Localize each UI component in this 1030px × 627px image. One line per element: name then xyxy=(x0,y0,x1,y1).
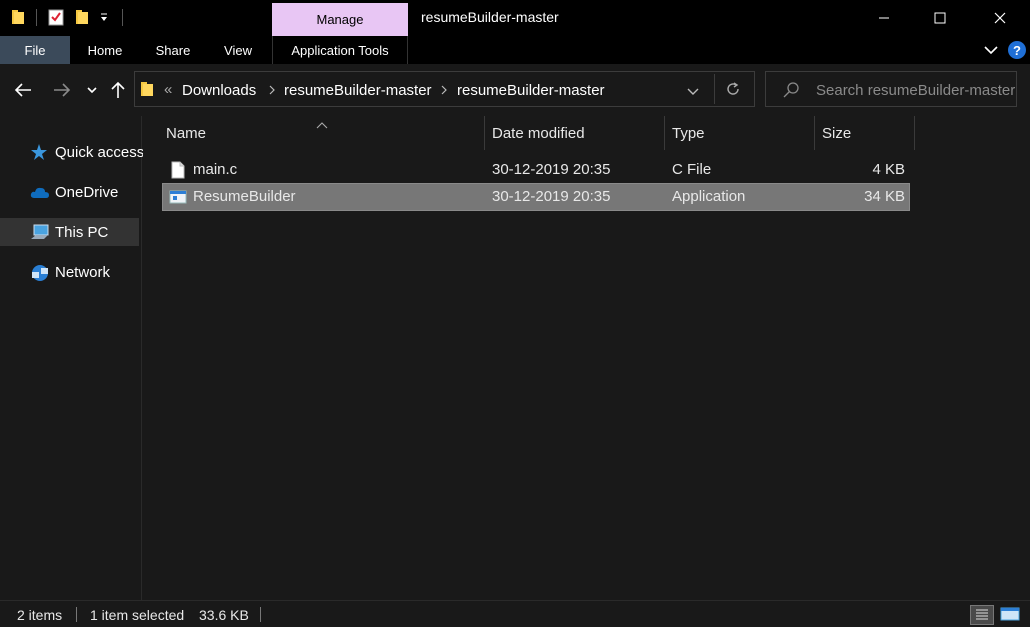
sidebar-item-onedrive[interactable]: OneDrive xyxy=(0,178,139,206)
tab-home[interactable]: Home xyxy=(78,36,132,64)
forward-button[interactable] xyxy=(50,78,74,102)
svg-text:?: ? xyxy=(1013,43,1021,58)
application-icon xyxy=(169,189,187,208)
file-icon xyxy=(171,161,185,182)
manage-contextual-tab[interactable]: Manage xyxy=(272,3,408,36)
column-header-name[interactable]: Name xyxy=(166,116,482,150)
quick-access-separator xyxy=(122,9,123,26)
sidebar-item-label: OneDrive xyxy=(55,184,119,201)
star-icon xyxy=(30,144,48,160)
address-bar[interactable]: « Downloads resumeBuilder-master resumeB… xyxy=(134,71,755,107)
window-title: resumeBuilder-master xyxy=(421,9,559,25)
status-separator xyxy=(76,607,77,622)
file-row-main-c[interactable]: main.c 30-12-2019 20:35 C File 4 KB xyxy=(163,157,909,183)
column-divider[interactable] xyxy=(484,116,485,150)
cloud-icon xyxy=(30,184,49,200)
arrow-up-icon xyxy=(111,81,125,98)
file-list: Name Date modified Type Size main.c 30-1… xyxy=(143,116,1030,600)
back-button[interactable] xyxy=(11,78,35,102)
chevron-down-icon xyxy=(87,87,97,94)
folder-icon[interactable] xyxy=(10,8,26,26)
network-icon xyxy=(30,264,48,281)
status-selection: 1 item selected xyxy=(90,607,185,623)
address-history-dropdown[interactable] xyxy=(687,84,699,100)
chevron-down-icon xyxy=(984,46,998,55)
new-folder-icon[interactable] xyxy=(74,8,90,26)
maximize-button[interactable] xyxy=(917,0,963,36)
search-box[interactable]: Search resumeBuilder-master xyxy=(765,71,1017,107)
quick-access-separator xyxy=(36,9,37,26)
address-divider xyxy=(714,74,715,104)
file-name: main.c xyxy=(193,161,238,178)
address-row: « Downloads resumeBuilder-master resumeB… xyxy=(0,64,1030,116)
up-button[interactable] xyxy=(106,78,130,102)
breadcrumb-separator[interactable] xyxy=(268,84,276,99)
refresh-button[interactable] xyxy=(725,81,741,100)
maximize-icon xyxy=(934,12,946,24)
sidebar-item-network[interactable]: Network xyxy=(0,258,139,286)
tab-file[interactable]: File xyxy=(0,36,70,64)
details-view-button[interactable] xyxy=(970,605,994,625)
chevron-right-icon xyxy=(269,85,275,95)
computer-icon xyxy=(30,224,49,240)
close-button[interactable] xyxy=(977,0,1023,36)
search-icon xyxy=(782,81,800,102)
large-icons-view-button[interactable] xyxy=(1000,606,1022,624)
help-icon: ? xyxy=(1008,41,1026,59)
sidebar-item-quick-access[interactable]: Quick access xyxy=(0,138,144,166)
file-type: C File xyxy=(672,161,712,178)
expand-ribbon-button[interactable] xyxy=(982,41,1000,59)
file-row-resumebuilder[interactable]: ResumeBuilder 30-12-2019 20:35 Applicati… xyxy=(162,183,910,211)
sidebar-item-this-pc[interactable]: This PC xyxy=(0,218,139,246)
navigation-pane: Quick access OneDrive This PC Network xyxy=(0,116,144,600)
status-separator xyxy=(260,607,261,622)
refresh-icon xyxy=(727,82,739,95)
file-date-modified: 30-12-2019 20:35 xyxy=(492,188,611,205)
recent-locations-button[interactable] xyxy=(82,78,102,102)
breadcrumb-resumebuilder-master[interactable]: resumeBuilder-master xyxy=(284,82,432,99)
file-size: 4 KB xyxy=(872,161,905,178)
minimize-icon xyxy=(879,17,889,19)
close-icon xyxy=(994,12,1006,24)
large-icons-view-icon xyxy=(1000,607,1020,621)
column-header-date-modified[interactable]: Date modified xyxy=(492,116,662,150)
breadcrumb-separator[interactable] xyxy=(440,84,448,99)
arrow-left-icon xyxy=(14,83,31,97)
breadcrumb-downloads[interactable]: Downloads xyxy=(182,82,256,99)
status-selection-size: 33.6 KB xyxy=(199,607,249,623)
arrow-right-icon xyxy=(54,83,71,97)
file-size: 34 KB xyxy=(864,188,905,205)
tab-share[interactable]: Share xyxy=(148,36,198,64)
ribbon-tabs: File Home Share View Application Tools ? xyxy=(0,36,1030,64)
help-button[interactable]: ? xyxy=(1007,40,1027,60)
folder-icon xyxy=(140,80,154,101)
customize-toolbar-icon[interactable] xyxy=(98,10,114,28)
column-divider[interactable] xyxy=(914,116,915,150)
tab-view[interactable]: View xyxy=(215,36,261,64)
file-name: ResumeBuilder xyxy=(193,188,296,205)
breadcrumb-resumebuilder-master-current[interactable]: resumeBuilder-master xyxy=(457,82,605,99)
file-type: Application xyxy=(672,188,746,205)
search-input[interactable]: Search resumeBuilder-master xyxy=(816,82,1015,99)
chevron-down-icon xyxy=(687,88,699,95)
chevron-right-icon xyxy=(441,85,447,95)
properties-icon[interactable] xyxy=(48,8,64,26)
sidebar-item-label: Quick access xyxy=(55,144,145,161)
column-header-type[interactable]: Type xyxy=(672,116,812,150)
status-item-count: 2 items xyxy=(17,607,63,623)
sidebar-item-label: This PC xyxy=(55,224,109,241)
column-header-size[interactable]: Size xyxy=(822,116,912,150)
title-bar: Manage resumeBuilder-master xyxy=(0,0,1030,36)
details-view-icon xyxy=(976,609,988,620)
column-divider[interactable] xyxy=(814,116,815,150)
overflow-breadcrumb[interactable]: « xyxy=(164,81,172,98)
tab-application-tools[interactable]: Application Tools xyxy=(272,36,408,64)
sidebar-item-label: Network xyxy=(55,264,111,281)
column-divider[interactable] xyxy=(664,116,665,150)
minimize-button[interactable] xyxy=(861,0,907,36)
status-bar: 2 items 1 item selected 33.6 KB xyxy=(0,600,1030,627)
file-date-modified: 30-12-2019 20:35 xyxy=(492,161,611,178)
